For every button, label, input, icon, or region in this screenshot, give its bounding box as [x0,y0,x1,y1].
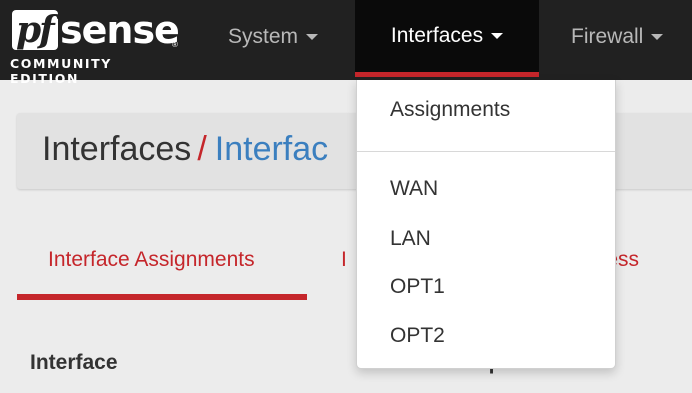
logo-edition: COMMUNITY EDITION [10,56,112,86]
tab-interface-groups[interactable]: I [341,248,347,272]
pf-logo-mark: pf [12,9,58,51]
breadcrumb-separator: / [197,130,207,168]
menu-item-opt1[interactable]: OPT1 [390,275,445,299]
nav-firewall-label: Firewall [571,25,644,48]
nav-interfaces[interactable]: Interfaces [355,0,539,77]
breadcrumb-current[interactable]: Interfac [215,130,328,168]
breadcrumb-parent[interactable]: Interfaces [42,130,191,168]
interfaces-dropdown-menu: Assignments WAN LAN OPT1 OPT2 [356,80,616,369]
caret-down-icon [491,33,504,40]
nav-system-label: System [228,25,299,48]
menu-item-assignments[interactable]: Assignments [390,98,510,122]
nav-system[interactable]: System [228,0,319,74]
caret-down-icon [651,34,664,41]
nav-firewall[interactable]: Firewall [571,0,664,74]
logo-wordmark: sense [60,8,180,52]
menu-item-lan[interactable]: LAN [390,227,431,251]
caret-down-icon [306,34,319,41]
active-tab-underline [17,294,307,300]
menu-divider [357,151,615,152]
breadcrumb: Interfaces / Interfac [42,130,328,169]
tab-interface-assignments[interactable]: Interface Assignments [48,248,255,272]
top-navbar: pf sense ® COMMUNITY EDITION System Inte… [0,0,692,86]
column-header-interface: Interface [30,351,118,374]
pfsense-logo[interactable]: pf sense ® COMMUNITY EDITION [8,8,183,86]
registered-mark: ® [172,40,178,49]
menu-item-wan[interactable]: WAN [390,177,438,201]
nav-interfaces-label: Interfaces [390,24,484,47]
pf-logo-text: pf [16,9,55,51]
menu-item-opt2[interactable]: OPT2 [390,324,445,348]
